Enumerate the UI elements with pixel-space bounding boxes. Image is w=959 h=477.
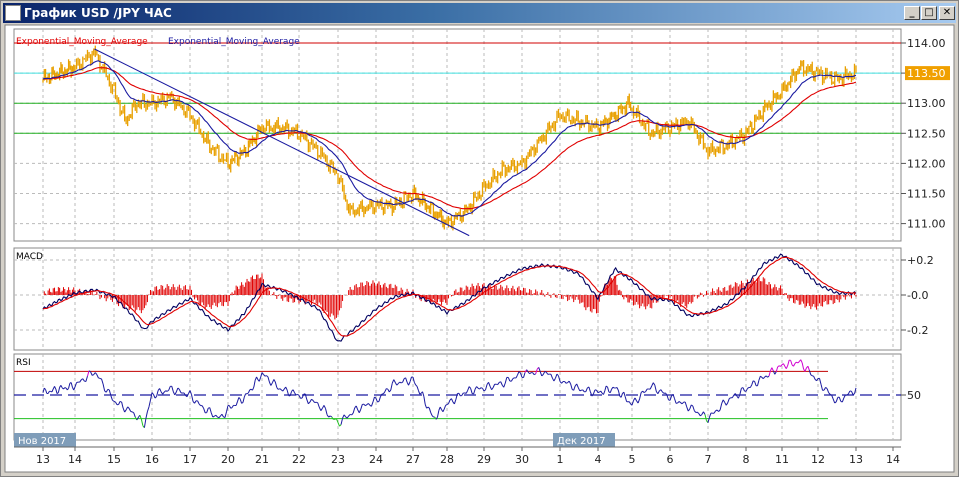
rsi-line-segment	[480, 387, 483, 389]
rsi-line-segment	[91, 374, 94, 376]
rsi-line-segment	[512, 377, 515, 380]
rsi-line-segment	[230, 407, 233, 409]
price-axis-label: 113.00	[907, 97, 946, 110]
rsi-line-segment	[377, 400, 380, 403]
rsi-line-segment	[107, 388, 110, 391]
date-label: 20	[221, 453, 235, 466]
rsi-line-segment	[119, 400, 122, 403]
date-label: 24	[369, 453, 383, 466]
macd-axis-label: +0.2	[907, 254, 934, 267]
rsi-line-segment	[752, 380, 755, 382]
date-label: 7	[705, 453, 712, 466]
ema-legend-blue: Exponential_Moving_Average	[168, 37, 300, 47]
date-label: 13	[849, 453, 863, 466]
date-label: 6	[667, 453, 674, 466]
rsi-axis-label: 50	[907, 389, 921, 402]
rsi-line-segment	[612, 386, 615, 389]
date-label: 23	[331, 453, 345, 466]
rsi-line-segment	[812, 375, 814, 377]
rsi-label: RSI	[16, 358, 31, 368]
rsi-line-segment	[852, 393, 855, 395]
macd-axis-label: -0.2	[907, 324, 928, 337]
rsi-line-segment	[98, 377, 101, 379]
price-axis-label: 111.50	[907, 188, 946, 201]
price-axis-label: 112.00	[907, 157, 946, 170]
rsi-line-segment	[295, 393, 298, 396]
date-label: 8	[743, 453, 750, 466]
month-label: Дек 2017	[557, 436, 606, 447]
rsi-line-segment	[386, 388, 389, 390]
rsi-line-segment	[316, 401, 318, 404]
date-label: 13	[36, 453, 50, 466]
date-label: 1	[557, 453, 564, 466]
date-label: 28	[440, 453, 454, 466]
rsi-pane	[13, 353, 902, 441]
rsi-line-segment	[579, 389, 582, 392]
ema-legend-red: Exponential_Moving_Average	[16, 37, 148, 47]
date-label: 11	[775, 453, 789, 466]
date-label: 12	[811, 453, 825, 466]
price-axis-label: 111.00	[907, 218, 946, 231]
date-label: 5	[629, 453, 636, 466]
date-label: 17	[183, 453, 197, 466]
rsi-line-segment	[400, 381, 403, 384]
price-axis-label: 112.50	[907, 127, 946, 140]
rsi-line-segment	[113, 400, 116, 403]
date-label: 15	[107, 453, 121, 466]
rsi-line-segment	[565, 382, 568, 384]
current-price-label: 113.50	[907, 67, 946, 80]
price-axis-label: 114.00	[907, 37, 946, 50]
macd-axis-label: -0.0	[907, 289, 928, 302]
rsi-line-segment	[597, 391, 600, 394]
macd-label: MACD	[16, 252, 43, 262]
chart-canvas[interactable]: 114.00 113.00 112.50 112.00 111.50 111.00 113.…	[0, 0, 959, 477]
date-label: 22	[292, 453, 306, 466]
date-label: 21	[255, 453, 269, 466]
date-label: 16	[145, 453, 159, 466]
date-label: 27	[406, 453, 420, 466]
month-label: Нов 2017	[18, 436, 66, 447]
rsi-line-segment	[445, 404, 448, 406]
date-label: 29	[477, 453, 491, 466]
date-label: 14	[68, 453, 82, 466]
rsi-line-segment	[212, 415, 215, 418]
date-label: 30	[515, 453, 529, 466]
rsi-line-segment	[544, 371, 547, 373]
date-label: 4	[595, 453, 602, 466]
price-pane	[13, 28, 902, 242]
date-label: 14	[886, 453, 900, 466]
